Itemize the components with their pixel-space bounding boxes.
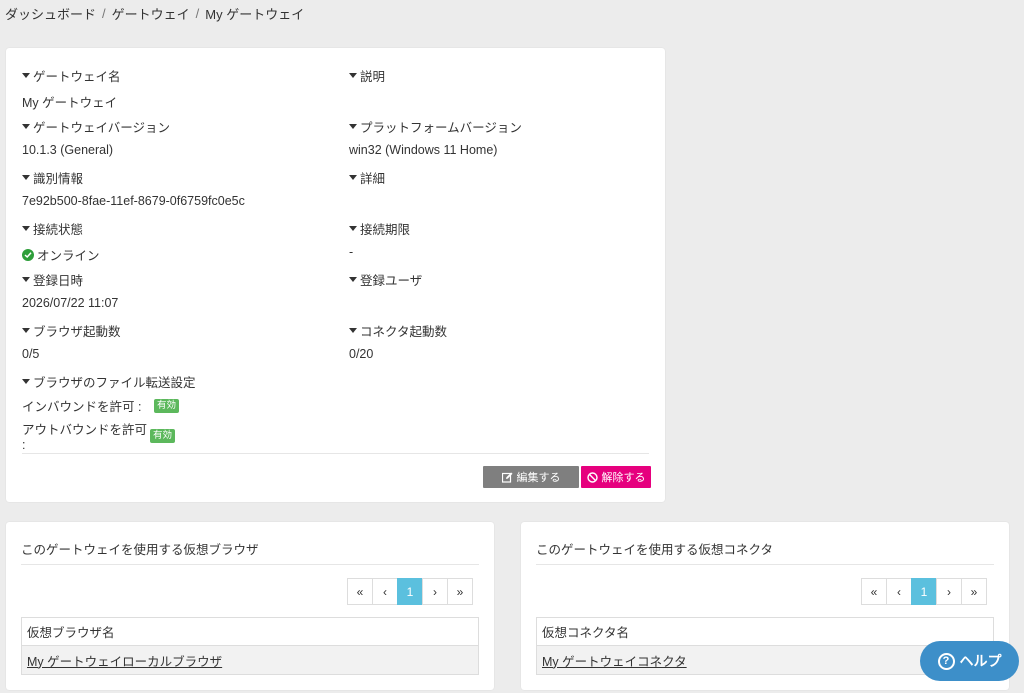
field-value: 10.1.3 (General) — [22, 143, 114, 157]
field-connection-status: 接続状態 オンライン — [22, 219, 100, 264]
pager-last[interactable]: » — [961, 578, 987, 605]
edit-button-label: 編集する — [516, 472, 561, 484]
help-button-label: ヘルプ — [959, 653, 1002, 669]
edit-icon — [501, 472, 512, 483]
breadcrumb-separator: / — [195, 6, 200, 21]
pager-page-1[interactable]: 1 — [911, 578, 937, 605]
field-value: - — [349, 245, 354, 259]
release-button[interactable]: 解除する — [581, 466, 651, 488]
field-label: 接続期限 — [360, 223, 411, 237]
caret-down-icon — [349, 277, 357, 282]
breadcrumb-dashboard[interactable]: ダッシュボード — [5, 4, 96, 23]
breadcrumb-current: My ゲートウェイ — [205, 7, 305, 22]
field-label: 説明 — [360, 70, 386, 84]
pager-first[interactable]: « — [347, 578, 373, 605]
help-button[interactable]: ? ヘルプ — [920, 641, 1019, 681]
caret-down-icon — [349, 175, 357, 180]
caret-down-icon — [349, 328, 357, 333]
table-row: My ゲートウェイローカルブラウザ — [22, 646, 478, 674]
field-label: 登録日時 — [33, 274, 84, 288]
caret-down-icon — [22, 124, 30, 129]
caret-down-icon — [22, 226, 30, 231]
field-label: 詳細 — [360, 172, 386, 186]
field-label: ゲートウェイバージョン — [33, 121, 171, 135]
field-label: プラットフォームバージョン — [360, 121, 522, 135]
field-label: 登録ユーザ — [360, 274, 423, 288]
pager-page-1[interactable]: 1 — [397, 578, 423, 605]
browser-link[interactable]: My ゲートウェイローカルブラウザ — [27, 651, 222, 670]
ban-icon — [586, 471, 598, 483]
field-gateway-name: ゲートウェイ名 My ゲートウェイ — [22, 66, 121, 111]
browsers-table: 仮想ブラウザ名 My ゲートウェイローカルブラウザ — [21, 617, 479, 675]
browsers-panel-title: このゲートウェイを使用する仮想ブラウザ — [21, 543, 259, 557]
divider — [536, 564, 994, 565]
pager-first[interactable]: « — [861, 578, 887, 605]
breadcrumb-gateways[interactable]: ゲートウェイ — [112, 4, 190, 23]
status-online: オンライン — [22, 245, 100, 264]
caret-down-icon — [22, 328, 30, 333]
gateway-info-card: ゲートウェイ名 My ゲートウェイ 説明 ゲートウェイバージョン 10.1.3 … — [6, 48, 665, 502]
outbound-enabled-badge: 有効 — [150, 428, 176, 443]
field-file-transfer: ブラウザのファイル転送設定 インバウンドを許可 : 有効 アウトバウンドを許可 … — [22, 372, 196, 452]
caret-down-icon — [349, 124, 357, 129]
field-description: 説明 — [349, 66, 385, 92]
field-connector-count: コネクタ起動数 0/20 — [349, 321, 447, 361]
field-label: ブラウザ起動数 — [33, 325, 121, 339]
browsers-pagination: « ‹ 1 › » — [347, 578, 473, 605]
field-details: 詳細 — [349, 168, 385, 194]
table-header: 仮想ブラウザ名 — [22, 618, 478, 646]
field-registered-user: 登録ユーザ — [349, 270, 422, 296]
caret-down-icon — [349, 226, 357, 231]
field-label: コネクタ起動数 — [360, 325, 448, 339]
breadcrumb-separator: / — [102, 6, 106, 21]
field-value: オンライン — [37, 249, 100, 263]
field-value: 0/5 — [22, 347, 40, 361]
breadcrumb: ダッシュボード / ゲートウェイ / My ゲートウェイ — [5, 4, 304, 23]
pager-prev[interactable]: ‹ — [372, 578, 398, 605]
check-circle-icon — [22, 248, 34, 261]
divider — [22, 453, 649, 454]
field-connection-expiry: 接続期限 - — [349, 219, 410, 259]
caret-down-icon — [22, 277, 30, 282]
field-browser-count: ブラウザ起動数 0/5 — [22, 321, 121, 361]
caret-down-icon — [22, 379, 30, 384]
field-value: 2026/07/22 11:07 — [22, 296, 119, 310]
inbound-label: インバウンドを許可 : — [22, 400, 142, 414]
field-value: 7e92b500-8fae-11ef-8679-0f6759fc0e5c — [22, 194, 245, 208]
connectors-panel-title: このゲートウェイを使用する仮想コネクタ — [536, 543, 774, 557]
field-value: 0/20 — [349, 347, 374, 361]
caret-down-icon — [349, 73, 357, 78]
question-circle-icon: ? — [937, 652, 955, 670]
caret-down-icon — [22, 73, 30, 78]
field-label: ゲートウェイ名 — [33, 70, 121, 84]
edit-button[interactable]: 編集する — [483, 466, 579, 488]
outbound-label: アウトバウンドを許可 : — [22, 423, 148, 452]
inbound-enabled-badge: 有効 — [154, 398, 180, 413]
divider — [21, 564, 479, 565]
field-registered-at: 登録日時 2026/07/22 11:07 — [22, 270, 118, 310]
field-identifier: 識別情報 7e92b500-8fae-11ef-8679-0f6759fc0e5… — [22, 168, 245, 208]
field-value: win32 (Windows 11 Home) — [349, 143, 498, 157]
pager-last[interactable]: » — [447, 578, 473, 605]
field-value: My ゲートウェイ — [22, 96, 118, 110]
table-header: 仮想コネクタ名 — [537, 618, 993, 646]
connector-link[interactable]: My ゲートウェイコネクタ — [542, 651, 687, 670]
connectors-pagination: « ‹ 1 › » — [861, 578, 987, 605]
browsers-panel: このゲートウェイを使用する仮想ブラウザ « ‹ 1 › » 仮想ブラウザ名 My… — [6, 522, 494, 690]
inbound-row: インバウンドを許可 : 有効 — [22, 396, 196, 415]
field-label: 識別情報 — [33, 172, 84, 186]
release-button-label: 解除する — [601, 472, 646, 484]
pager-prev[interactable]: ‹ — [886, 578, 912, 605]
outbound-row: アウトバウンドを許可 : 有効 — [22, 419, 196, 452]
field-label: ブラウザのファイル転送設定 — [33, 376, 196, 390]
pager-next[interactable]: › — [422, 578, 448, 605]
field-platform-version: プラットフォームバージョン win32 (Windows 11 Home) — [349, 117, 522, 157]
field-label: 接続状態 — [33, 223, 84, 237]
field-gateway-version: ゲートウェイバージョン 10.1.3 (General) — [22, 117, 170, 157]
caret-down-icon — [22, 175, 30, 180]
pager-next[interactable]: › — [936, 578, 962, 605]
